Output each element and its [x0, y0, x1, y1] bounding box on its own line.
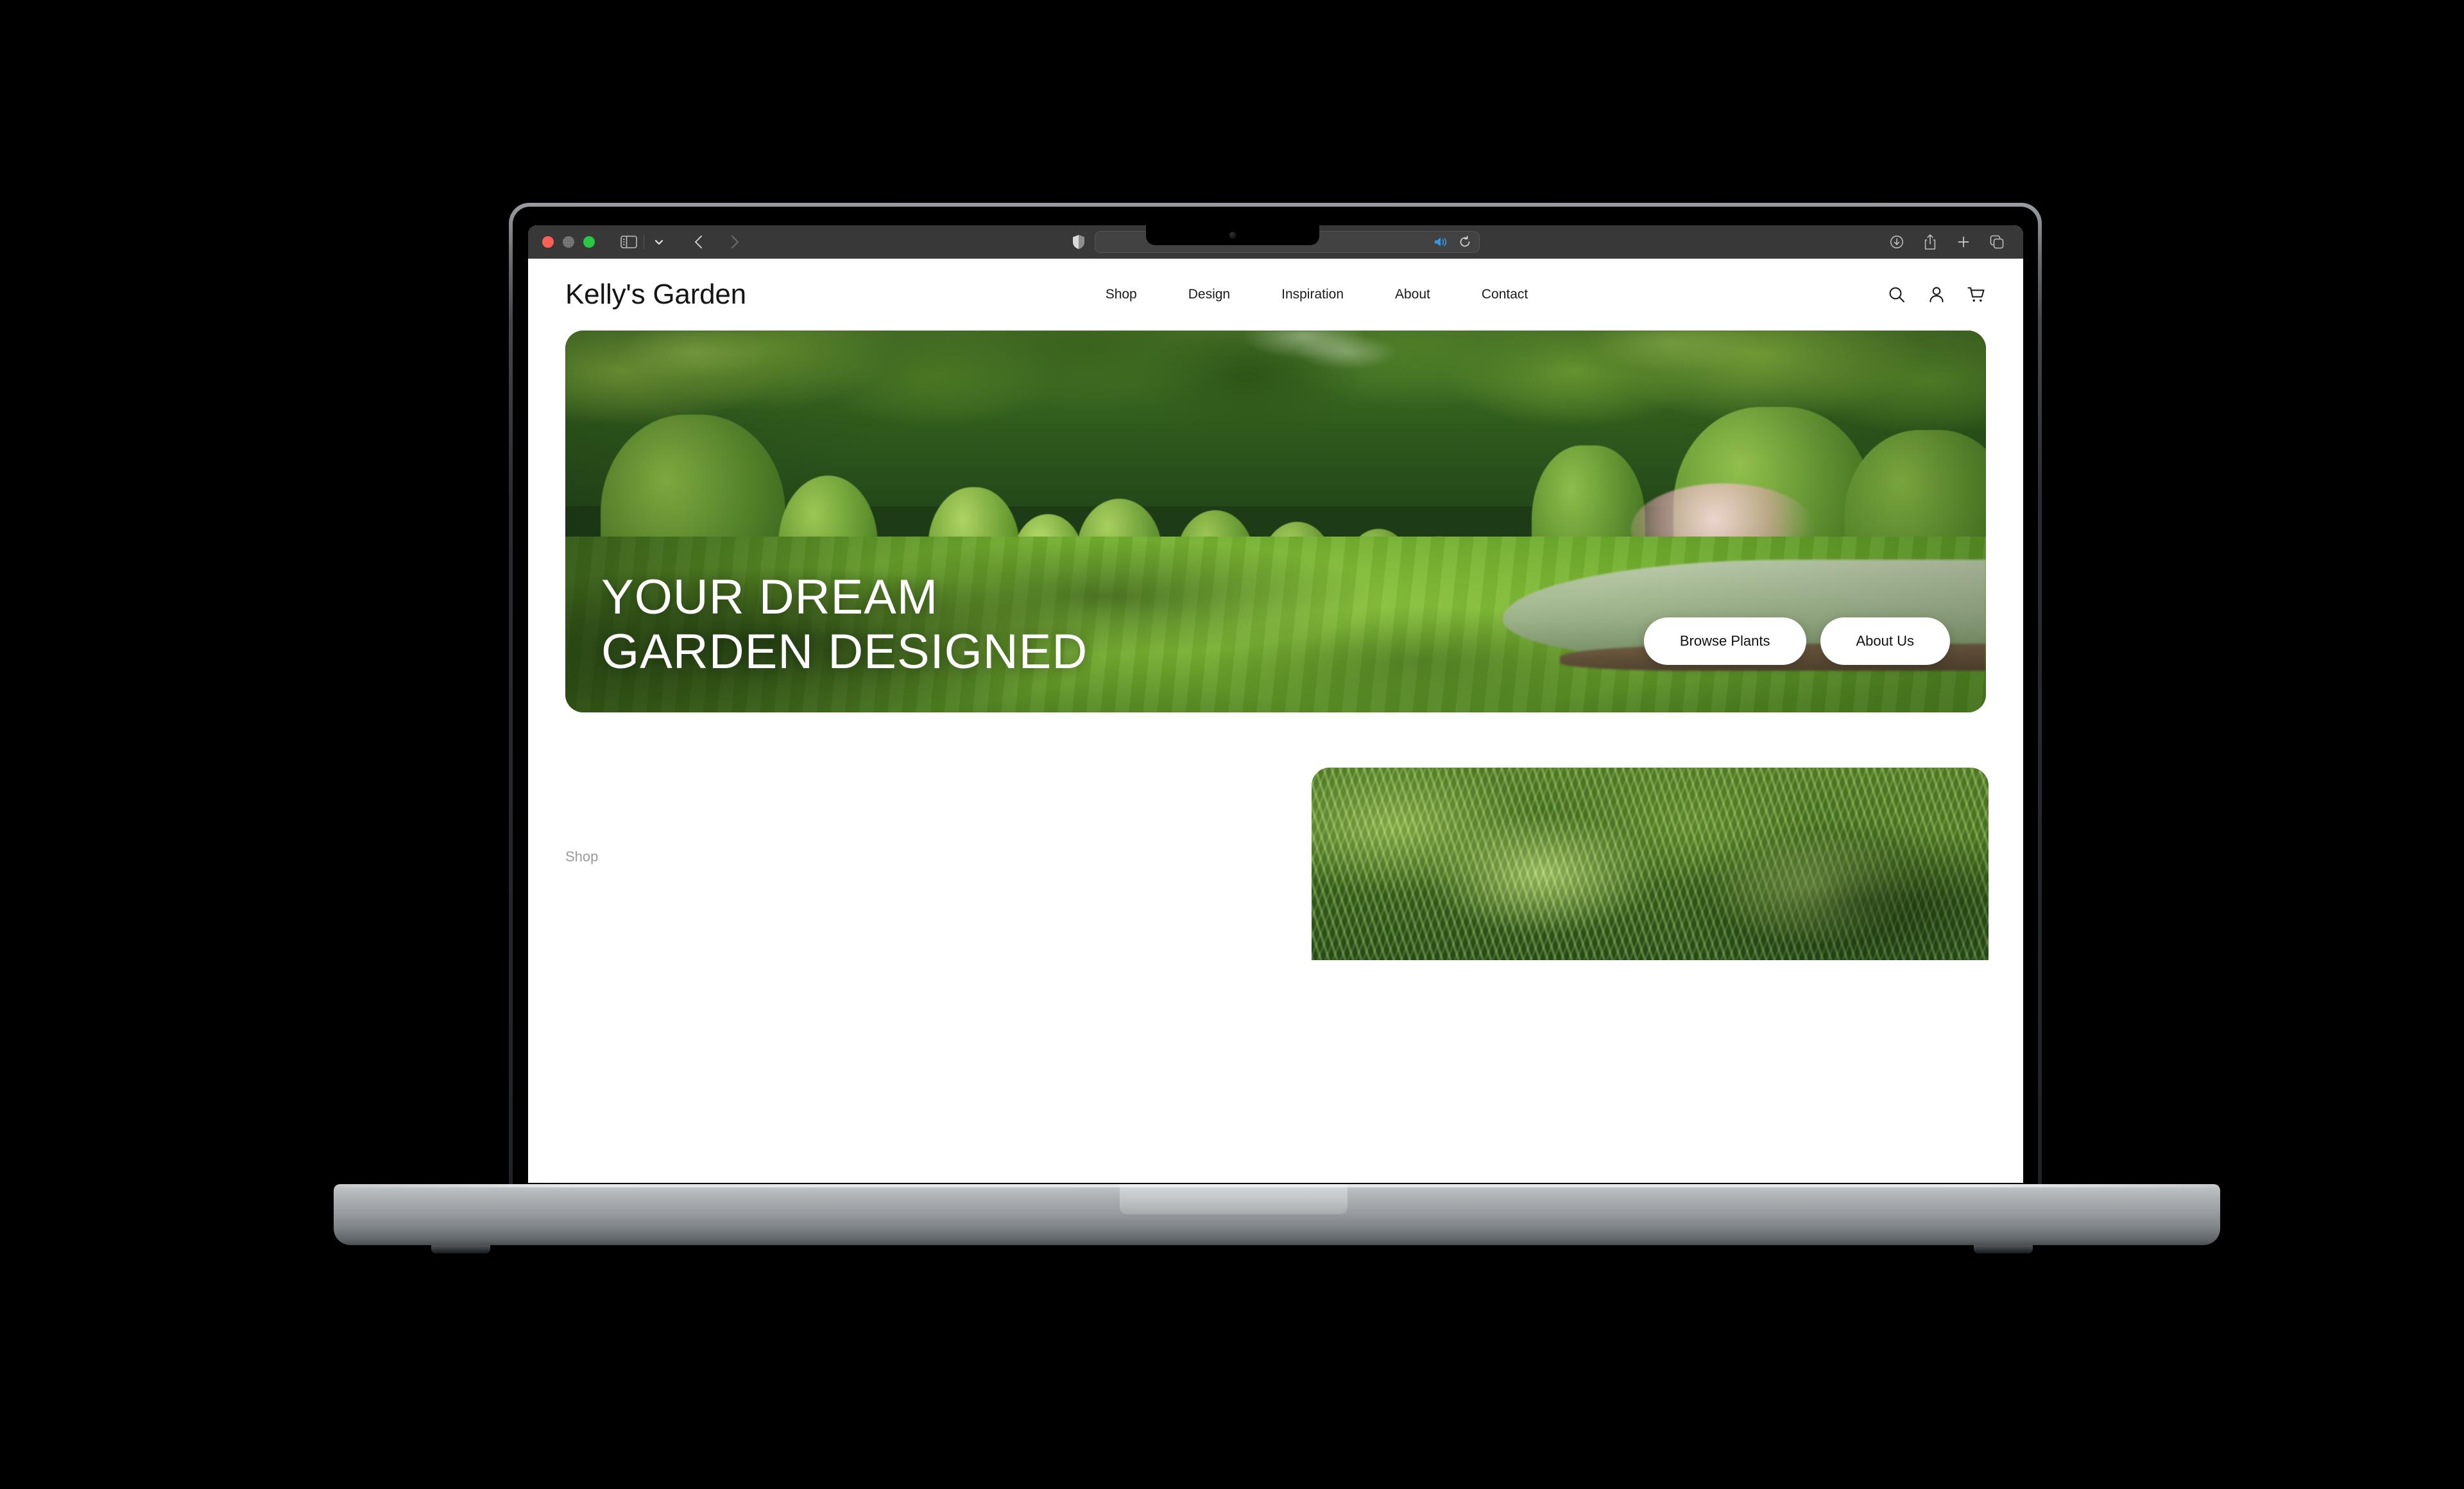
downloads-icon[interactable]: [1885, 231, 1909, 253]
fern-shadow-overlay: [1312, 768, 1989, 960]
share-icon[interactable]: [1918, 231, 1942, 253]
site-header: Kelly's Garden Shop Design Inspiration A…: [528, 259, 2023, 331]
tab-overview-icon[interactable]: [1985, 231, 2009, 253]
toolbar-right-group: [1885, 231, 2009, 253]
chevron-down-icon[interactable]: [647, 231, 671, 253]
window-traffic-lights[interactable]: [542, 236, 595, 248]
nav-item-contact[interactable]: Contact: [1456, 287, 1553, 302]
speaker-icon[interactable]: [1433, 236, 1450, 248]
nav-item-inspiration[interactable]: Inspiration: [1256, 287, 1369, 302]
toolbar-nav-group: [687, 231, 747, 253]
maximize-window-button[interactable]: [583, 236, 595, 248]
laptop-base-lip: [1120, 1184, 1348, 1214]
reload-icon[interactable]: [1459, 236, 1471, 248]
main-navigation: Shop Design Inspiration About Contact: [1080, 287, 1554, 302]
forward-arrow-icon[interactable]: [723, 231, 747, 253]
cart-icon[interactable]: [1967, 285, 1986, 304]
web-page: Kelly's Garden Shop Design Inspiration A…: [528, 259, 2023, 1183]
header-icon-group: [1887, 285, 1986, 304]
close-window-button[interactable]: [542, 236, 554, 248]
laptop-base-highlight: [334, 1184, 2220, 1187]
toolbar-left-group: [617, 231, 671, 253]
search-icon[interactable]: [1887, 285, 1906, 304]
about-us-button[interactable]: About Us: [1820, 617, 1950, 665]
laptop-device: Kelly's Garden Shop Design Inspiration A…: [0, 0, 2464, 1489]
site-logo[interactable]: Kelly's Garden: [565, 279, 746, 311]
shield-icon[interactable]: [1072, 234, 1086, 250]
browse-plants-button[interactable]: Browse Plants: [1643, 617, 1806, 665]
hero-headline-line-1: YOUR DREAM: [601, 569, 939, 624]
lower-section: Shop: [528, 768, 2023, 960]
hero-banner: YOUR DREAM GARDEN DESIGNED Browse Plants…: [565, 331, 1986, 712]
nav-item-shop[interactable]: Shop: [1080, 287, 1163, 302]
minimize-window-button[interactable]: [563, 236, 574, 248]
camera-icon: [1229, 232, 1236, 239]
hero-headline: YOUR DREAM GARDEN DESIGNED: [601, 570, 1088, 679]
plus-icon[interactable]: [1951, 231, 1976, 253]
screen-notch: [1146, 221, 1319, 245]
hero-content: YOUR DREAM GARDEN DESIGNED Browse Plants…: [565, 570, 1986, 712]
browser-window: Kelly's Garden Shop Design Inspiration A…: [528, 225, 2023, 1183]
nav-item-about[interactable]: About: [1369, 287, 1456, 302]
nav-item-design[interactable]: Design: [1163, 287, 1256, 302]
screenshot-stage: Kelly's Garden Shop Design Inspiration A…: [0, 0, 2464, 1489]
sidebar-icon[interactable]: [617, 231, 641, 253]
hero-headline-line-2: GARDEN DESIGNED: [601, 624, 1088, 679]
account-icon[interactable]: [1927, 285, 1946, 304]
fern-image-card[interactable]: [1312, 768, 1989, 960]
laptop-screen: Kelly's Garden Shop Design Inspiration A…: [525, 221, 2026, 1185]
shop-section-label: Shop: [565, 848, 599, 865]
back-arrow-icon[interactable]: [687, 231, 711, 253]
hero-cta-group: Browse Plants About Us: [1643, 617, 1950, 665]
